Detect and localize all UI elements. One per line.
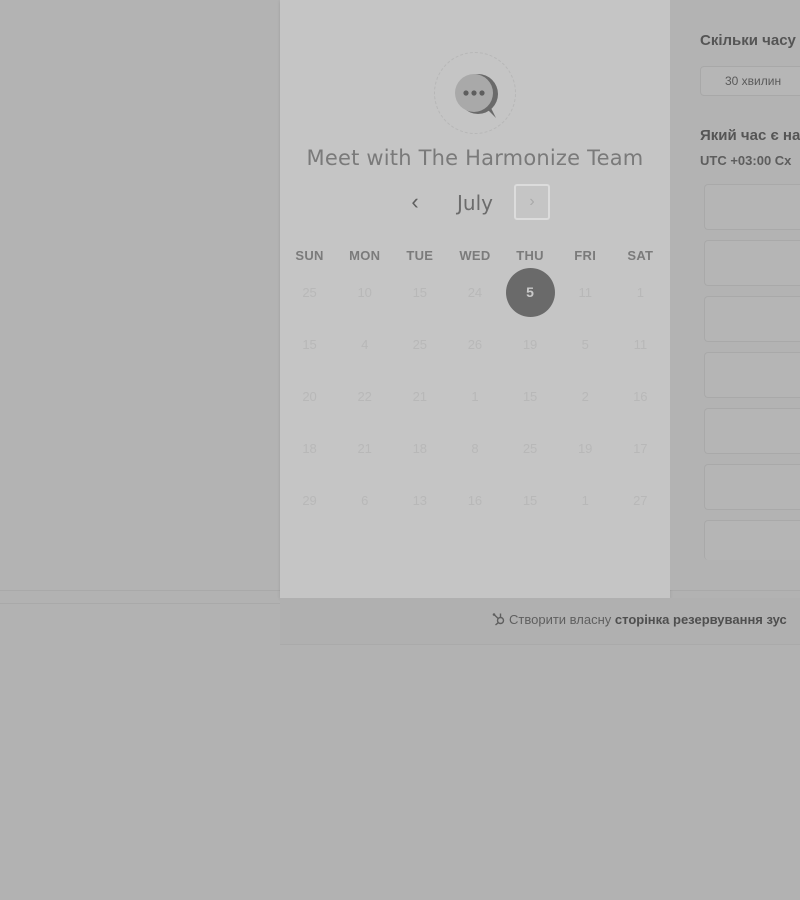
weekday-label: WED: [459, 248, 491, 263]
weekday-label: THU: [516, 248, 544, 263]
calendar-week: 25 10 15 24 5 11 1: [282, 266, 668, 318]
calendar-day: 16: [633, 388, 648, 404]
calendar-day: 10: [357, 284, 372, 300]
calendar-day: 21: [412, 388, 428, 404]
calendar-week: 15 4 25 26 19 5 11: [282, 318, 668, 370]
weekday-header: SUN MON TUE WED THU FRI SAT: [282, 248, 668, 263]
time-slot-button[interactable]: [704, 240, 800, 286]
calendar-day: 1: [636, 284, 644, 300]
calendar-day: 19: [522, 336, 538, 352]
booking-page: Meet with The Harmonize Team ‹ July › SU…: [0, 0, 800, 900]
calendar-day: 25: [302, 284, 317, 300]
time-slot-button[interactable]: [704, 408, 800, 454]
calendar-day: 21: [357, 440, 372, 456]
month-navigation: ‹ July ›: [280, 184, 670, 224]
previous-month-button[interactable]: ‹: [402, 190, 428, 216]
time-slot-button[interactable]: [704, 464, 800, 510]
weekday-label: SAT: [627, 248, 654, 263]
calendar-day: 1: [471, 388, 479, 404]
calendar-day-selected[interactable]: 5: [503, 266, 558, 318]
duration-heading: Скільки часу: [700, 32, 796, 49]
calendar-day: 15: [302, 336, 317, 352]
calendar-day: 15: [522, 492, 538, 508]
month-label: July: [457, 191, 493, 215]
hubspot-sprocket-icon: [492, 613, 505, 626]
company-logo: [434, 52, 516, 134]
time-slot-button[interactable]: [704, 520, 800, 560]
chevron-left-icon: ‹: [411, 189, 419, 214]
footer: Створити власну сторінка резервування зу…: [280, 598, 800, 645]
calendar-day: 8: [471, 440, 479, 456]
create-booking-page-link[interactable]: Створити власну сторінка резервування зу…: [492, 612, 787, 627]
calendar-day: 15: [412, 284, 428, 300]
calendar-week: 20 22 21 1 15 2 16: [282, 370, 668, 422]
calendar-day: 4: [361, 336, 369, 352]
calendar-day: 15: [522, 388, 538, 404]
time-slot-list: [704, 184, 800, 570]
calendar-day: 29: [302, 492, 317, 508]
footer-bold-link[interactable]: сторінка резервування зус: [615, 612, 787, 627]
calendar-week: 18 21 18 8 25 19 17: [282, 422, 668, 474]
calendar-day: 25: [522, 440, 538, 456]
calendar-day: 18: [412, 440, 428, 456]
time-slot-button[interactable]: [704, 184, 800, 230]
calendar-day: 2: [581, 388, 589, 404]
calendar-day: 6: [361, 492, 369, 508]
meeting-title: Meet with The Harmonize Team: [306, 146, 644, 170]
calendar-grid: 25 10 15 24 5 11 1 15 4 25 26 19 5 11 20…: [282, 266, 668, 526]
footer-prefix-text: Створити власну: [509, 612, 612, 627]
weekday-label: MON: [349, 248, 381, 263]
calendar-day: 11: [578, 284, 592, 300]
next-month-button[interactable]: ›: [514, 184, 550, 220]
weekday-label: FRI: [574, 248, 597, 263]
calendar-day: 18: [302, 440, 317, 456]
calendar-day: 27: [633, 492, 648, 508]
booking-options-panel: Скільки часу 30 хвилин Який час є на UTC…: [670, 0, 800, 590]
calendar-day: 22: [357, 388, 372, 404]
calendar-day: 16: [467, 492, 483, 508]
chevron-right-icon: ›: [529, 193, 535, 210]
calendar-day: 25: [412, 336, 428, 352]
calendar-day: 24: [467, 284, 483, 300]
weekday-label: TUE: [406, 248, 434, 263]
calendar-day: 20: [302, 388, 317, 404]
chat-bubble-logo-icon: [455, 74, 498, 118]
calendar-day: 5: [581, 336, 589, 352]
calendar-card: Meet with The Harmonize Team ‹ July › SU…: [280, 0, 670, 598]
calendar-day: 1: [581, 492, 589, 508]
timezone-selector[interactable]: UTC +03:00 Сх: [700, 153, 791, 168]
time-slot-button[interactable]: [704, 352, 800, 398]
calendar-week: 29 6 13 16 15 1 27: [282, 474, 668, 526]
duration-option-button[interactable]: 30 хвилин: [700, 66, 800, 96]
calendar-day: 19: [577, 440, 593, 456]
calendar-day: 11: [633, 336, 648, 352]
calendar-day: 13: [412, 492, 428, 508]
calendar-day: 26: [467, 336, 483, 352]
time-slot-button[interactable]: [704, 296, 800, 342]
time-heading: Який час є на: [700, 127, 800, 144]
calendar-day: 17: [633, 440, 648, 456]
weekday-label: SUN: [295, 248, 324, 263]
